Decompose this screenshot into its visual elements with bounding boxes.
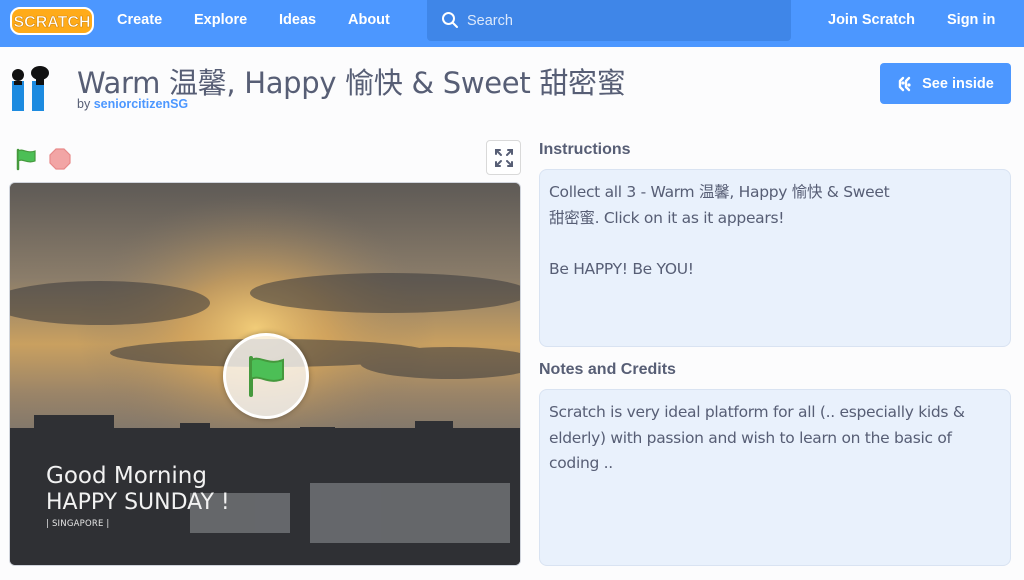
scratch-logo-text: SCRATCH: [13, 14, 90, 31]
project-byline: by seniorcitizenSG: [77, 97, 188, 111]
nav-ideas[interactable]: Ideas: [279, 0, 316, 47]
play-overlay-button[interactable]: [223, 333, 309, 419]
stage-greeting-day: HAPPY SUNDAY !: [46, 490, 230, 515]
see-inside-button[interactable]: See inside: [880, 63, 1011, 104]
search-icon: [442, 12, 458, 28]
byline-prefix: by: [77, 97, 91, 111]
stop-sign-icon[interactable]: [48, 147, 72, 171]
green-flag-icon[interactable]: [14, 147, 38, 171]
author-link[interactable]: seniorcitizenSG: [94, 97, 188, 111]
instructions-text: Collect all 3 - Warm 温馨, Happy 愉快 & Swee…: [539, 169, 1011, 347]
green-flag-icon: [249, 356, 284, 397]
search-input[interactable]: [467, 0, 777, 41]
stage-greeting: Good Morning: [46, 463, 207, 489]
fullscreen-icon: [495, 149, 513, 167]
nav-about[interactable]: About: [348, 0, 390, 47]
stage-location: | SINGAPORE |: [46, 519, 110, 529]
project-stage[interactable]: Good Morning HAPPY SUNDAY ! | SINGAPORE …: [9, 182, 521, 566]
remix-icon: [898, 76, 911, 91]
see-inside-label: See inside: [922, 75, 994, 92]
notes-heading: Notes and Credits: [539, 361, 676, 378]
join-scratch-link[interactable]: Join Scratch: [828, 0, 915, 47]
nav-explore[interactable]: Explore: [194, 0, 247, 47]
nav-create[interactable]: Create: [117, 0, 162, 47]
top-nav: SCRATCH Create Explore Ideas About Join …: [0, 0, 1024, 47]
instructions-heading: Instructions: [539, 141, 631, 158]
scratch-logo[interactable]: SCRATCH: [10, 6, 94, 36]
notes-text: Scratch is very ideal platform for all (…: [539, 389, 1011, 566]
search-box[interactable]: [427, 0, 791, 41]
author-avatar[interactable]: [10, 63, 58, 111]
project-title: Warm 温馨, Happy 愉快 & Sweet 甜密蜜: [77, 66, 626, 100]
fullscreen-button[interactable]: [486, 140, 521, 175]
sign-in-link[interactable]: Sign in: [947, 0, 995, 47]
